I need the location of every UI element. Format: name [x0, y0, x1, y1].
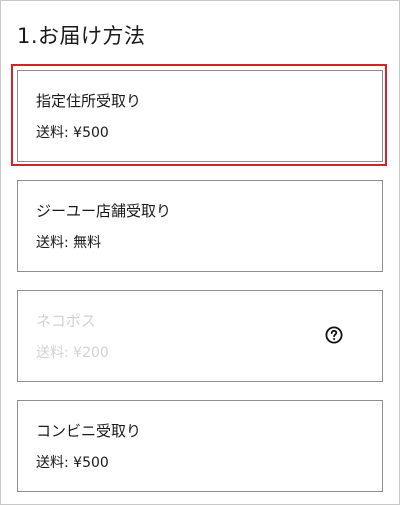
option-name: コンビニ受取り: [36, 422, 142, 440]
option-fee: 送料: ¥500: [36, 125, 109, 141]
delivery-option-nekopos: ネコポス 送料: ¥200: [17, 290, 383, 382]
delivery-option-store-pickup[interactable]: ジーユー店舗受取り 送料: 無料: [17, 180, 383, 272]
option-fee: 送料: ¥200: [36, 345, 109, 361]
option-name: 指定住所受取り: [36, 92, 142, 110]
section-title: 1.お届け方法: [17, 24, 146, 48]
question-circle-icon[interactable]: [325, 326, 343, 344]
option-name: ジーユー店舗受取り: [36, 202, 172, 220]
option-name: ネコポス: [36, 312, 96, 330]
delivery-option-convenience-store[interactable]: コンビニ受取り 送料: ¥500: [17, 400, 383, 492]
delivery-option-home-address[interactable]: 指定住所受取り 送料: ¥500: [17, 70, 383, 162]
option-fee: 送料: ¥500: [36, 455, 109, 471]
option-fee: 送料: 無料: [36, 235, 102, 251]
